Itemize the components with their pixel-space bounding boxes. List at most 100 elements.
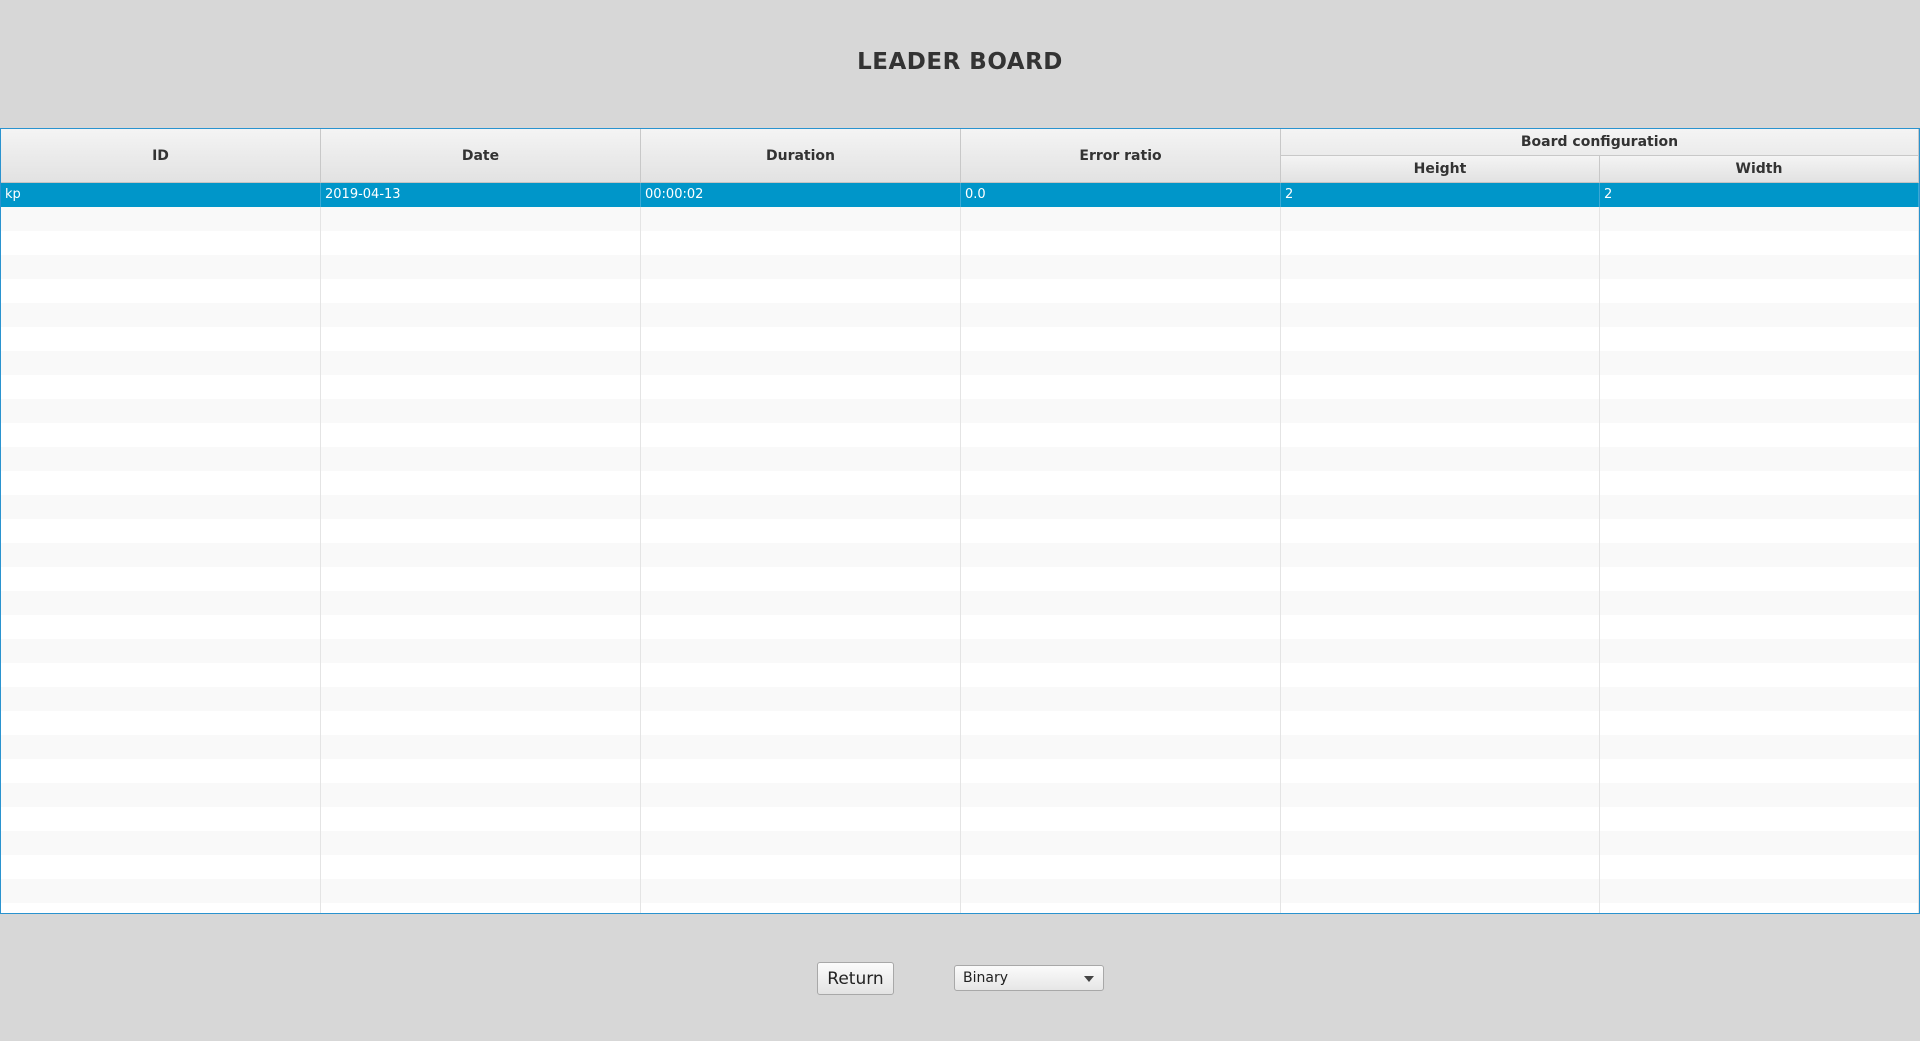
- cell-height: [1281, 207, 1600, 231]
- cell-error-ratio: [961, 495, 1281, 519]
- cell-height: [1281, 303, 1600, 327]
- cell-date: [321, 687, 641, 711]
- table-row[interactable]: kp 2019-04-13 00:00:02 0.0 2 2: [1, 183, 1919, 207]
- cell-duration: [641, 687, 961, 711]
- cell-date: [321, 663, 641, 687]
- empty-table-row[interactable]: [1, 375, 1919, 399]
- empty-table-row[interactable]: [1, 663, 1919, 687]
- cell-width: [1600, 303, 1919, 327]
- empty-table-row[interactable]: [1, 231, 1919, 255]
- empty-table-row[interactable]: [1, 471, 1919, 495]
- empty-table-row[interactable]: [1, 327, 1919, 351]
- empty-table-row[interactable]: [1, 879, 1919, 903]
- empty-table-row[interactable]: [1, 519, 1919, 543]
- cell-error-ratio: [961, 759, 1281, 783]
- empty-table-row[interactable]: [1, 615, 1919, 639]
- cell-id: [1, 687, 321, 711]
- cell-height: [1281, 255, 1600, 279]
- empty-table-row[interactable]: [1, 639, 1919, 663]
- cell-error-ratio: [961, 207, 1281, 231]
- cell-duration: [641, 231, 961, 255]
- empty-table-row[interactable]: [1, 303, 1919, 327]
- cell-id: [1, 519, 321, 543]
- empty-table-row[interactable]: [1, 447, 1919, 471]
- cell-duration: [641, 663, 961, 687]
- leaderboard-table[interactable]: ID Date Duration Error ratio Board confi…: [0, 128, 1920, 914]
- cell-id: [1, 735, 321, 759]
- cell-duration: [641, 495, 961, 519]
- empty-table-row[interactable]: [1, 279, 1919, 303]
- cell-id: [1, 471, 321, 495]
- cell-date: [321, 471, 641, 495]
- mode-select-value: Binary: [963, 970, 1008, 986]
- cell-error-ratio: [961, 855, 1281, 879]
- cell-date: [321, 855, 641, 879]
- cell-width: [1600, 207, 1919, 231]
- cell-date: [321, 567, 641, 591]
- empty-table-row[interactable]: [1, 783, 1919, 807]
- cell-height: [1281, 231, 1600, 255]
- cell-width: [1600, 255, 1919, 279]
- empty-table-row[interactable]: [1, 831, 1919, 855]
- empty-table-row[interactable]: [1, 255, 1919, 279]
- cell-height: [1281, 711, 1600, 735]
- cell-id: [1, 447, 321, 471]
- cell-error-ratio: [961, 879, 1281, 903]
- table-header: ID Date Duration Error ratio Board confi…: [1, 129, 1919, 183]
- cell-height: [1281, 735, 1600, 759]
- cell-id: [1, 639, 321, 663]
- empty-table-row[interactable]: [1, 711, 1919, 735]
- cell-height: [1281, 591, 1600, 615]
- cell-height: [1281, 351, 1600, 375]
- column-header-id[interactable]: ID: [1, 129, 321, 182]
- empty-table-row[interactable]: [1, 759, 1919, 783]
- cell-id: [1, 255, 321, 279]
- column-header-date[interactable]: Date: [321, 129, 641, 182]
- cell-height: [1281, 375, 1600, 399]
- cell-error-ratio: [961, 567, 1281, 591]
- cell-date: [321, 519, 641, 543]
- empty-table-row[interactable]: [1, 687, 1919, 711]
- page-title: LEADER BOARD: [857, 49, 1063, 75]
- cell-width: [1600, 423, 1919, 447]
- empty-table-row[interactable]: [1, 903, 1919, 913]
- empty-table-row[interactable]: [1, 855, 1919, 879]
- empty-table-row[interactable]: [1, 399, 1919, 423]
- column-header-duration[interactable]: Duration: [641, 129, 961, 182]
- empty-table-row[interactable]: [1, 543, 1919, 567]
- cell-duration: [641, 327, 961, 351]
- cell-duration: [641, 471, 961, 495]
- empty-table-row[interactable]: [1, 495, 1919, 519]
- cell-error-ratio: 0.0: [961, 183, 1281, 207]
- cell-height: [1281, 279, 1600, 303]
- cell-error-ratio: [961, 783, 1281, 807]
- empty-table-row[interactable]: [1, 591, 1919, 615]
- cell-error-ratio: [961, 639, 1281, 663]
- column-group-board-configuration: Board configuration: [1281, 129, 1919, 155]
- empty-table-row[interactable]: [1, 807, 1919, 831]
- column-header-width[interactable]: Width: [1600, 155, 1919, 182]
- empty-table-row[interactable]: [1, 423, 1919, 447]
- cell-error-ratio: [961, 711, 1281, 735]
- cell-id: [1, 303, 321, 327]
- cell-date: [321, 231, 641, 255]
- empty-table-row[interactable]: [1, 567, 1919, 591]
- mode-select[interactable]: Binary: [954, 965, 1104, 991]
- empty-table-row[interactable]: [1, 207, 1919, 231]
- cell-id: [1, 351, 321, 375]
- cell-height: [1281, 855, 1600, 879]
- empty-table-row[interactable]: [1, 351, 1919, 375]
- cell-date: 2019-04-13: [321, 183, 641, 207]
- return-button[interactable]: Return: [817, 962, 894, 995]
- cell-width: [1600, 399, 1919, 423]
- cell-date: [321, 591, 641, 615]
- cell-id: [1, 615, 321, 639]
- cell-width: [1600, 735, 1919, 759]
- cell-height: [1281, 423, 1600, 447]
- cell-height: [1281, 399, 1600, 423]
- cell-duration: [641, 423, 961, 447]
- column-header-height[interactable]: Height: [1281, 155, 1600, 182]
- cell-error-ratio: [961, 375, 1281, 399]
- column-header-error-ratio[interactable]: Error ratio: [961, 129, 1281, 182]
- empty-table-row[interactable]: [1, 735, 1919, 759]
